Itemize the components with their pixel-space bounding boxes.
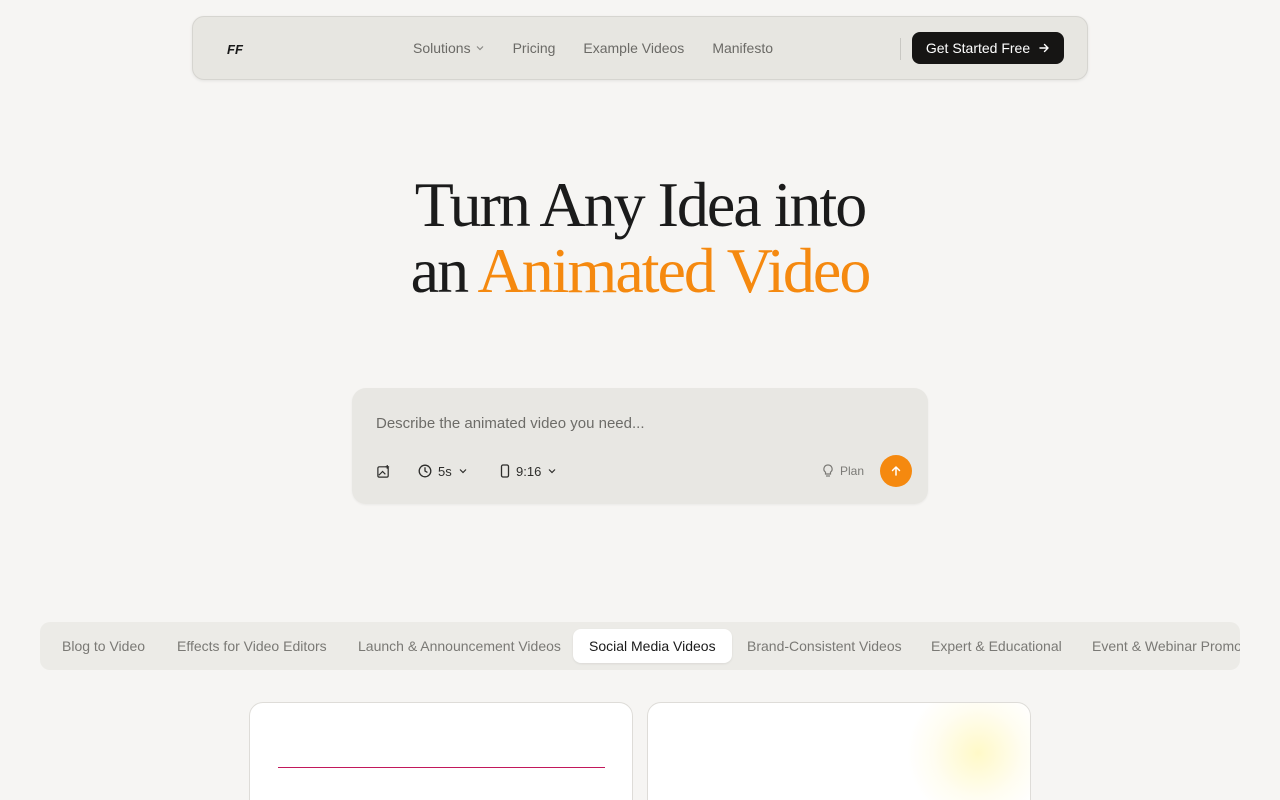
card-divider-line <box>278 767 605 768</box>
example-video-card[interactable] <box>647 702 1031 800</box>
aspect-ratio-select[interactable]: 9:16 <box>500 460 557 482</box>
top-navigation: FF Solutions Pricing Example Videos Mani… <box>192 16 1088 80</box>
nav-link-manifesto[interactable]: Manifesto <box>712 40 773 56</box>
tab-blog-to-video[interactable]: Blog to Video <box>62 629 145 663</box>
nav-link-pricing[interactable]: Pricing <box>513 40 556 56</box>
hero-accent-text: Animated Video <box>477 235 872 306</box>
nav-link-example-videos[interactable]: Example Videos <box>583 40 684 56</box>
hero-heading: Turn Any Idea into an Animated Video <box>0 172 1280 304</box>
clock-icon <box>418 464 432 478</box>
phone-icon <box>500 464 510 478</box>
svg-text:FF: FF <box>227 42 244 57</box>
brand-logo[interactable]: FF <box>227 41 249 57</box>
hero-line-1: Turn Any Idea into <box>414 169 868 240</box>
nav-link-label: Solutions <box>413 40 471 56</box>
tab-launch-announcement-videos[interactable]: Launch & Announcement Videos <box>358 629 561 663</box>
tab-brand-consistent-videos[interactable]: Brand-Consistent Videos <box>747 629 902 663</box>
nav-link-label: Example Videos <box>583 40 685 56</box>
nav-link-label: Pricing <box>512 40 556 56</box>
add-image-button[interactable] <box>376 460 391 482</box>
arrow-up-icon <box>891 466 901 476</box>
video-prompt-input[interactable] <box>376 412 896 434</box>
card-glow <box>908 703 1030 800</box>
chevron-down-icon <box>476 46 484 51</box>
get-started-button[interactable]: Get Started Free <box>912 32 1064 64</box>
duration-value: 5s <box>438 463 452 479</box>
tab-expert-educational[interactable]: Expert & Educational <box>931 629 1062 663</box>
nav-divider <box>900 38 901 60</box>
use-case-tabs: Blog to Video Effects for Video Editors … <box>40 622 1240 670</box>
duration-select[interactable]: 5s <box>418 460 468 482</box>
nav-link-label: Manifesto <box>712 40 774 56</box>
tab-event-webinar-promos[interactable]: Event & Webinar Promos <box>1092 629 1240 663</box>
chevron-down-icon <box>548 469 556 474</box>
tab-effects-for-video-editors[interactable]: Effects for Video Editors <box>177 629 327 663</box>
prompt-box: 5s 9:16 Plan <box>352 388 928 504</box>
plan-label: Plan <box>840 464 865 478</box>
tab-social-media-videos[interactable]: Social Media Videos <box>573 629 732 663</box>
arrow-right-icon <box>1039 43 1049 53</box>
nav-links: Solutions Pricing Example Videos Manifes… <box>413 17 773 79</box>
aspect-ratio-value: 9:16 <box>516 463 542 479</box>
send-button[interactable] <box>880 455 912 487</box>
image-add-icon <box>377 464 390 478</box>
hero-line-2: an Animated Video <box>0 238 1280 304</box>
lightbulb-icon <box>823 464 833 477</box>
get-started-label: Get Started Free <box>925 40 1031 56</box>
example-video-card[interactable] <box>249 702 633 800</box>
nav-link-solutions[interactable]: Solutions <box>413 40 485 56</box>
plan-toggle[interactable]: Plan <box>822 460 864 482</box>
chevron-down-icon <box>459 469 467 474</box>
hero-line-2-prefix: an <box>410 235 469 306</box>
